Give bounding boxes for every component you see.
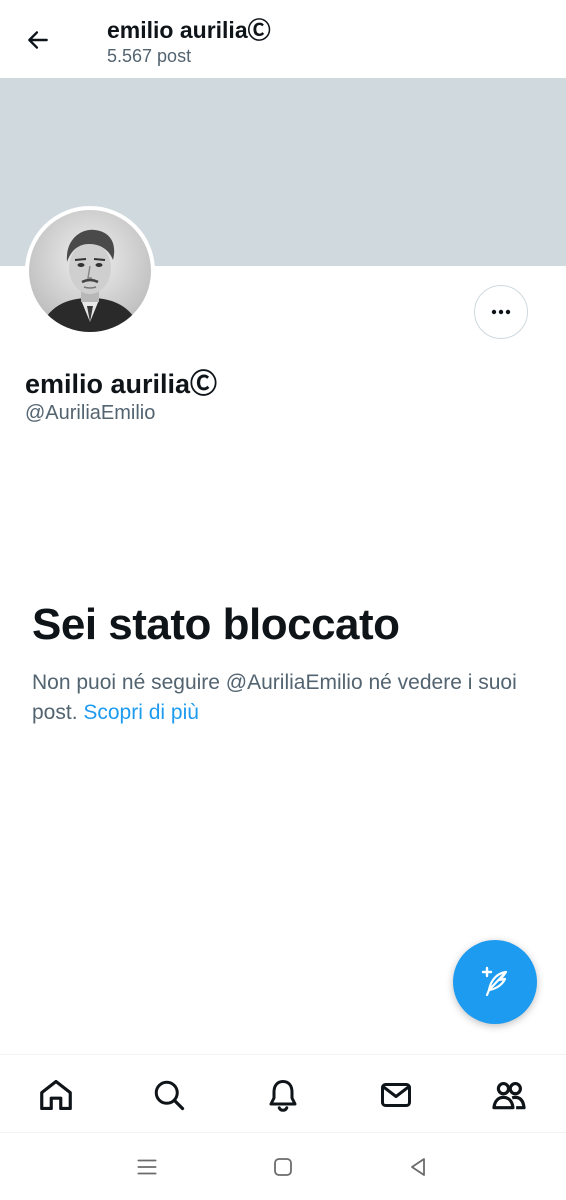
search-icon bbox=[154, 1080, 185, 1111]
nav-home[interactable] bbox=[34, 1073, 78, 1117]
recents-icon bbox=[137, 1159, 157, 1175]
bottom-nav bbox=[0, 1054, 566, 1132]
bell-icon bbox=[269, 1080, 297, 1112]
nav-notifications[interactable] bbox=[261, 1073, 305, 1117]
system-nav-bar bbox=[0, 1132, 566, 1200]
mail-icon bbox=[381, 1083, 411, 1107]
back-triangle-icon bbox=[411, 1158, 425, 1176]
top-bar: emilio auriliaⒸ 5.567 post bbox=[0, 0, 566, 78]
nav-communities[interactable] bbox=[487, 1073, 531, 1117]
post-count: 5.567 post bbox=[107, 46, 192, 66]
arrow-left-icon bbox=[28, 31, 48, 49]
more-options-button[interactable] bbox=[474, 285, 528, 339]
blocked-message-block: Non puoi né seguire @AuriliaEmilio né ve… bbox=[32, 668, 532, 728]
system-recents-button[interactable] bbox=[131, 1151, 163, 1183]
portrait-photo bbox=[29, 210, 151, 332]
back-button[interactable] bbox=[18, 20, 58, 60]
learn-more-link[interactable]: Scopri di più bbox=[83, 701, 199, 724]
system-back-button[interactable] bbox=[402, 1151, 434, 1183]
compose-feather-icon bbox=[481, 966, 508, 997]
home-icon bbox=[40, 1079, 72, 1111]
compose-post-button[interactable] bbox=[453, 940, 537, 1024]
profile-name: emilio auriliaⒸ bbox=[25, 369, 218, 399]
home-square-icon bbox=[274, 1158, 292, 1176]
communities-icon bbox=[492, 1082, 526, 1110]
system-home-button[interactable] bbox=[267, 1151, 299, 1183]
nav-messages[interactable] bbox=[374, 1073, 418, 1117]
header-title: emilio auriliaⒸ bbox=[107, 17, 271, 43]
nav-search[interactable] bbox=[147, 1073, 191, 1117]
avatar[interactable] bbox=[25, 206, 155, 336]
blocked-title: Sei stato bloccato bbox=[32, 600, 400, 649]
more-dots-icon bbox=[491, 309, 511, 315]
profile-handle: @AuriliaEmilio bbox=[25, 402, 156, 424]
